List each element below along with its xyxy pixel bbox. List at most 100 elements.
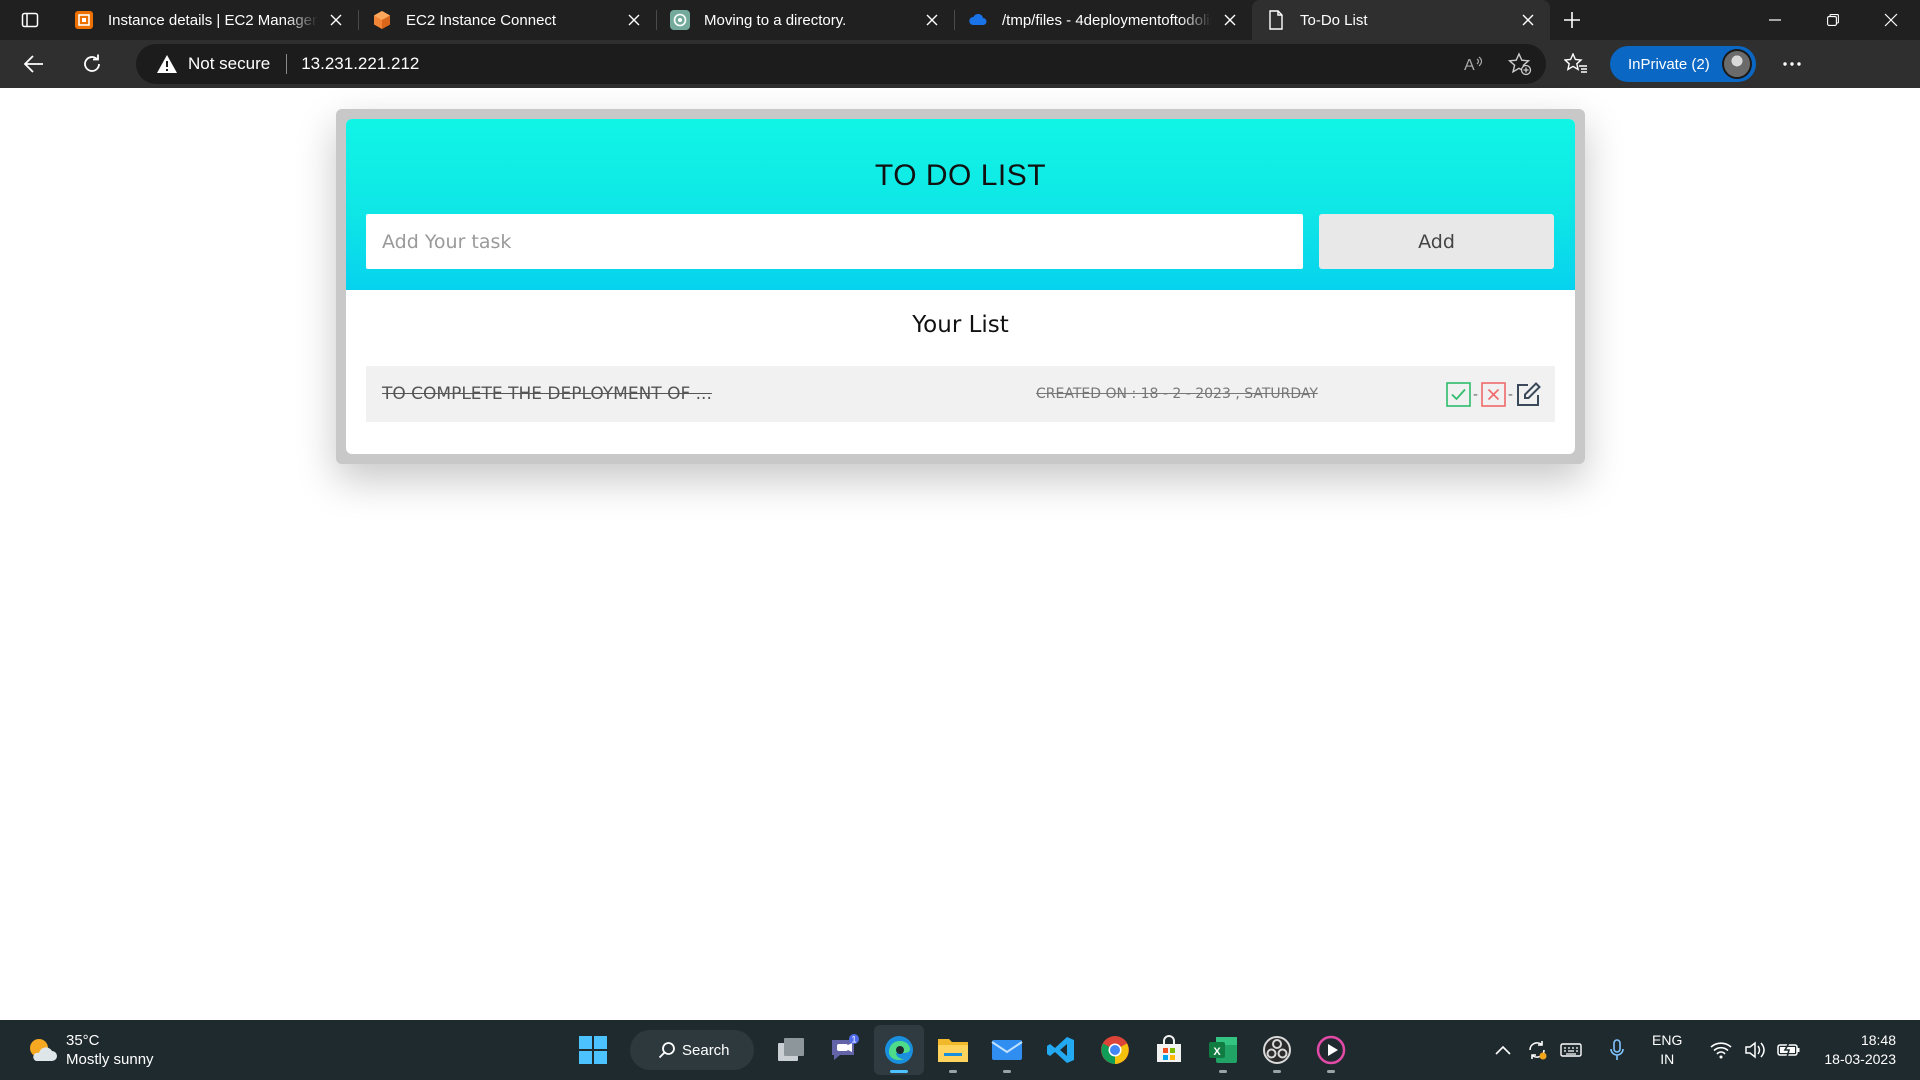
tab-actions-icon <box>21 12 39 28</box>
plus-icon <box>1564 12 1580 28</box>
task-input[interactable] <box>366 214 1303 269</box>
edge-taskbar-button[interactable] <box>874 1025 924 1075</box>
system-tray: ENG IN 18:48 18-03-2023 <box>1486 1020 1920 1080</box>
favorites-list-icon <box>1564 53 1587 73</box>
excel-button[interactable]: X <box>1198 1025 1248 1075</box>
complete-task-button[interactable] <box>1445 381 1471 407</box>
warning-icon <box>156 53 178 75</box>
task-text: TO COMPLETE THE DEPLOYMENT OF ... <box>382 384 712 404</box>
chrome-icon <box>1101 1036 1129 1064</box>
taskbar-apps: Search 1 X <box>566 1020 1358 1080</box>
tab-chatgpt[interactable]: Moving to a directory. <box>656 0 954 40</box>
teams-chat-button[interactable]: 1 <box>820 1025 870 1075</box>
chevron-up-icon[interactable] <box>1488 1035 1518 1065</box>
task-actions: - - <box>1445 381 1541 407</box>
settings-more-button[interactable] <box>1768 44 1816 84</box>
divider <box>286 54 288 74</box>
browser-toolbar: Not secure 13.231.221.212 A InPrivate (2… <box>0 40 1920 88</box>
refresh-button[interactable] <box>68 44 116 84</box>
close-icon[interactable] <box>1518 10 1538 30</box>
action-separator: - <box>1473 385 1478 403</box>
close-icon[interactable] <box>624 10 644 30</box>
tab-title: EC2 Instance Connect <box>406 11 557 29</box>
volume-icon[interactable] <box>1740 1035 1770 1065</box>
todo-container: TO DO LIST Add Your List TO COMPLETE THE… <box>336 109 1585 464</box>
delete-task-button[interactable] <box>1480 381 1506 407</box>
edit-task-button[interactable] <box>1515 381 1541 407</box>
delete-x-icon <box>1480 381 1506 407</box>
page-title: TO DO LIST <box>874 159 1047 192</box>
close-icon <box>1884 13 1898 27</box>
todo-header: TO DO LIST Add <box>346 119 1575 290</box>
partly-sunny-icon <box>30 1039 57 1061</box>
cloud-icon <box>968 10 988 30</box>
folder-icon <box>938 1039 968 1062</box>
mail-button[interactable] <box>982 1025 1032 1075</box>
close-icon[interactable] <box>922 10 942 30</box>
aws-cube-icon <box>372 10 392 30</box>
obs-button[interactable] <box>1252 1025 1302 1075</box>
new-tab-button[interactable] <box>1550 0 1594 40</box>
chrome-button[interactable] <box>1090 1025 1140 1075</box>
vscode-button[interactable] <box>1036 1025 1086 1075</box>
tab-ec2-instance-connect[interactable]: EC2 Instance Connect <box>358 0 656 40</box>
wifi-icon[interactable] <box>1706 1035 1736 1065</box>
inprivate-label: InPrivate (2) <box>1628 55 1710 73</box>
excel-icon: X <box>1209 1037 1237 1063</box>
task-view-button[interactable] <box>766 1025 816 1075</box>
address-bar[interactable]: Not secure 13.231.221.212 A <box>136 44 1546 84</box>
restore-button[interactable] <box>1804 0 1862 40</box>
minimize-button[interactable] <box>1746 0 1804 40</box>
tab-title: /tmp/files - 4deploymentoftodolist <box>1002 11 1212 29</box>
more-dots-icon <box>1783 62 1801 66</box>
tab-tmp-files[interactable]: /tmp/files - 4deploymentoftodolist <box>954 0 1252 40</box>
back-button[interactable] <box>10 44 58 84</box>
todo-card: TO DO LIST Add Your List TO COMPLETE THE… <box>346 119 1575 454</box>
svg-text:X: X <box>1213 1046 1221 1058</box>
file-explorer-button[interactable] <box>928 1025 978 1075</box>
search-icon <box>658 1042 675 1059</box>
start-button[interactable] <box>568 1025 618 1075</box>
add-favorite-icon[interactable] <box>1500 46 1540 82</box>
battery-charging-icon[interactable] <box>1774 1035 1804 1065</box>
language-indicator[interactable]: ENG IN <box>1652 1031 1682 1069</box>
play-icon <box>1316 1035 1346 1065</box>
keyboard-icon[interactable] <box>1556 1035 1586 1065</box>
sync-icon[interactable] <box>1522 1035 1552 1065</box>
list-heading: Your List <box>912 312 1009 338</box>
search-label: Search <box>682 1041 730 1059</box>
favorites-button[interactable] <box>1554 44 1598 84</box>
minimize-icon <box>1769 19 1781 21</box>
tab-title: To-Do List <box>1300 11 1368 29</box>
tab-to-do-list[interactable]: To-Do List <box>1252 0 1550 40</box>
edge-browser-icon <box>885 1036 913 1064</box>
media-player-button[interactable] <box>1306 1025 1356 1075</box>
microsoft-store-button[interactable] <box>1144 1025 1194 1075</box>
read-aloud-icon[interactable]: A <box>1454 46 1494 82</box>
clock-time: 18:48 <box>1860 1032 1896 1048</box>
region-code: IN <box>1660 1051 1675 1067</box>
list-item: TO COMPLETE THE DEPLOYMENT OF ... CREATE… <box>366 366 1555 422</box>
weather-temperature: 35°C <box>66 1032 100 1049</box>
tab-ec2-instance-details[interactable]: Instance details | EC2 Management Consol… <box>60 0 358 40</box>
inprivate-profile-button[interactable]: InPrivate (2) <box>1610 46 1756 82</box>
url-text[interactable]: 13.231.221.212 <box>301 54 419 74</box>
system-clock[interactable]: 18:48 18-03-2023 <box>1824 1031 1896 1069</box>
add-task-button[interactable]: Add <box>1319 214 1554 269</box>
tab-title: Moving to a directory. <box>704 11 847 29</box>
refresh-icon <box>84 54 100 72</box>
clock-date: 18-03-2023 <box>1824 1051 1896 1067</box>
close-icon[interactable] <box>1220 10 1240 30</box>
restore-icon <box>1827 14 1839 26</box>
microphone-icon[interactable] <box>1602 1035 1632 1065</box>
close-icon[interactable] <box>326 10 346 30</box>
security-status-label[interactable]: Not secure <box>188 54 270 74</box>
notification-badge: 1 <box>851 1035 856 1045</box>
taskbar-search[interactable]: Search <box>630 1030 754 1070</box>
aws-console-icon <box>74 10 94 30</box>
close-window-button[interactable] <box>1862 0 1920 40</box>
tab-actions-button[interactable] <box>0 0 60 40</box>
avatar <box>1721 49 1752 79</box>
weather-widget[interactable]: 35°C Mostly sunny <box>26 1031 154 1069</box>
tab-title: Instance details | EC2 Management Consol… <box>108 11 318 29</box>
